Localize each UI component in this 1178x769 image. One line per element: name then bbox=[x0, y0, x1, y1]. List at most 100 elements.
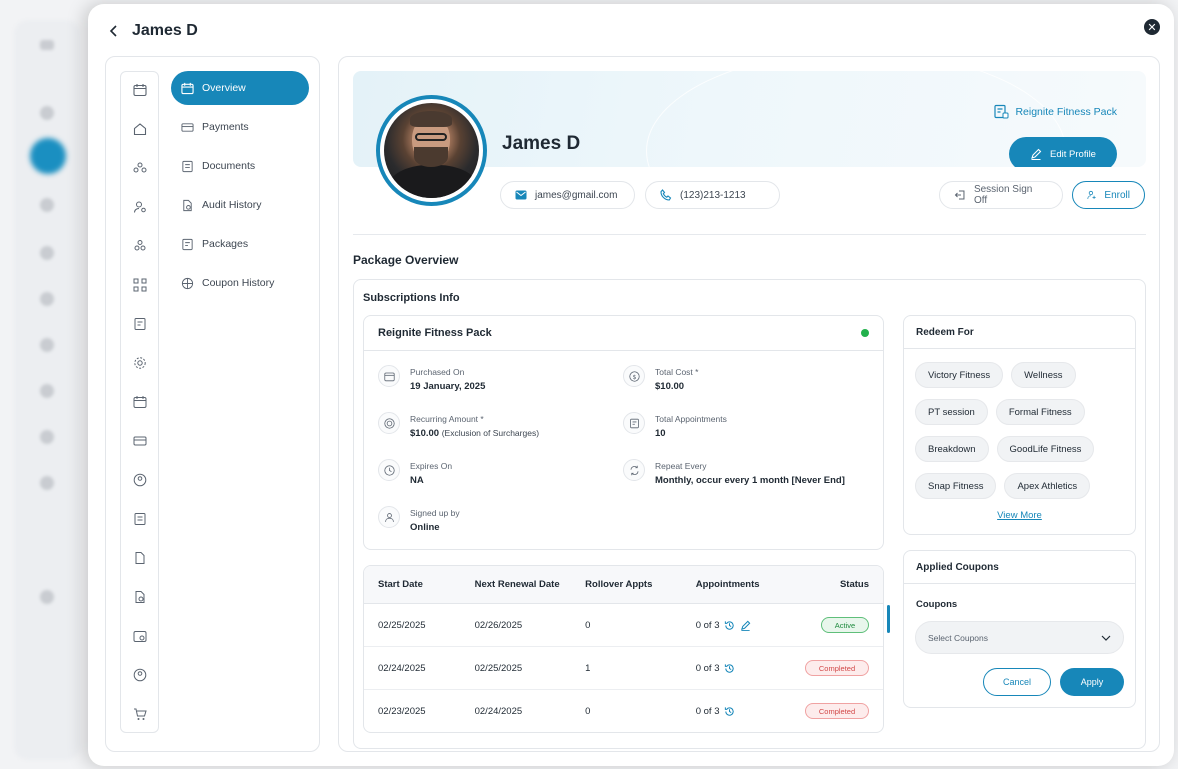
renewal-date-cell: 02/24/2025 bbox=[474, 705, 523, 717]
nav-item-label: Coupon History bbox=[202, 277, 275, 289]
start-date-cell: 02/24/2025 bbox=[378, 662, 426, 674]
table-row: 02/23/2025 02/24/2025 0 0 of 3 Completed bbox=[364, 690, 883, 732]
file-icon[interactable] bbox=[132, 550, 148, 566]
column-header: Start Date bbox=[378, 579, 423, 590]
redeem-tag[interactable]: Snap Fitness bbox=[915, 473, 997, 499]
email-chip[interactable]: james@gmail.com bbox=[500, 181, 635, 209]
user-search-icon[interactable] bbox=[132, 199, 148, 215]
apply-button[interactable]: Apply bbox=[1060, 668, 1124, 696]
edit-icon[interactable] bbox=[740, 620, 751, 631]
coupons-label: Coupons bbox=[916, 599, 958, 610]
group-icon[interactable] bbox=[132, 160, 148, 176]
redeem-tag[interactable]: Victory Fitness bbox=[915, 362, 1004, 388]
recurring-amount-label: Recurring Amount * bbox=[410, 414, 484, 424]
account-icon[interactable] bbox=[132, 667, 148, 683]
package-link[interactable]: Reignite Fitness Pack bbox=[993, 104, 1117, 120]
renewal-date-cell: 02/25/2025 bbox=[474, 662, 523, 674]
document-icon bbox=[182, 160, 193, 172]
rollover-cell: 0 bbox=[585, 705, 591, 717]
package-overview-title: Package Overview bbox=[353, 253, 459, 267]
coupon-select[interactable]: Select Coupons bbox=[915, 621, 1124, 654]
redeem-tag[interactable]: Formal Fitness bbox=[995, 399, 1085, 425]
appointments-value: 0 of 3 bbox=[695, 662, 720, 674]
note-edit-icon[interactable] bbox=[132, 511, 148, 527]
history-icon[interactable] bbox=[724, 706, 735, 717]
active-status-dot bbox=[861, 329, 869, 337]
profile-nav-panel: Overview Payments Documents Audit Histor… bbox=[105, 56, 320, 752]
org-chart-icon[interactable] bbox=[132, 277, 148, 293]
history-icon[interactable] bbox=[724, 663, 735, 674]
nav-item-packages[interactable]: Packages bbox=[171, 227, 309, 261]
schedule-icon[interactable] bbox=[132, 628, 148, 644]
package-details-card: Reignite Fitness Pack Purchased On 19 Jan… bbox=[363, 315, 884, 550]
redeem-tag[interactable]: Wellness bbox=[1011, 362, 1076, 388]
rollover-cell: 1 bbox=[585, 662, 591, 674]
audit-icon bbox=[183, 199, 192, 211]
total-appointments-info: Total Appointments 10 bbox=[623, 412, 727, 439]
phone-icon bbox=[660, 189, 672, 201]
recurring-amount-info: Recurring Amount * $10.00 (Exclusion of S… bbox=[378, 412, 539, 439]
home-icon[interactable] bbox=[132, 121, 148, 137]
applied-coupons-title: Applied Coupons bbox=[904, 551, 1135, 584]
nav-item-payments[interactable]: Payments bbox=[171, 110, 309, 144]
file-clock-icon[interactable] bbox=[132, 589, 148, 605]
purchased-on-info: Purchased On 19 January, 2025 bbox=[378, 365, 485, 392]
phone-chip[interactable]: (123)213-1213 bbox=[645, 181, 780, 209]
calendar-edit-icon[interactable] bbox=[132, 394, 148, 410]
status-badge: Completed bbox=[805, 703, 869, 719]
repeat-icon bbox=[623, 459, 645, 481]
nav-item-audit-history[interactable]: Audit History bbox=[171, 188, 309, 222]
coupon-select-placeholder: Select Coupons bbox=[928, 632, 989, 643]
enroll-button[interactable]: Enroll bbox=[1072, 181, 1145, 209]
table-scrollbar[interactable] bbox=[887, 605, 890, 633]
nav-item-coupon-history[interactable]: Coupon History bbox=[171, 266, 309, 300]
edit-profile-button[interactable]: Edit Profile bbox=[1009, 137, 1117, 167]
nav-item-overview[interactable]: Overview bbox=[171, 71, 309, 105]
history-icon[interactable] bbox=[724, 620, 735, 631]
nav-item-documents[interactable]: Documents bbox=[171, 149, 309, 183]
recurring-amount-note: (Exclusion of Surcharges) bbox=[441, 428, 540, 438]
edit-profile-label: Edit Profile bbox=[1050, 148, 1096, 160]
coupon-icon bbox=[181, 277, 194, 289]
column-header: Appointments bbox=[695, 579, 760, 590]
close-button[interactable]: ✕ bbox=[1144, 19, 1160, 35]
redeem-tag[interactable]: GoodLife Fitness bbox=[996, 436, 1095, 462]
cart-icon[interactable] bbox=[132, 706, 148, 722]
calendar-check-icon bbox=[181, 82, 194, 94]
renewal-date-cell: 02/26/2025 bbox=[474, 619, 523, 631]
modal-header: James D bbox=[106, 16, 198, 46]
cancel-button[interactable]: Cancel bbox=[983, 668, 1051, 696]
appointments-cell: 0 of 3 bbox=[696, 620, 796, 631]
appointments-value: 0 of 3 bbox=[695, 705, 720, 717]
redeem-tag[interactable]: Apex Athletics bbox=[1004, 473, 1091, 499]
total-cost-value: $10.00 bbox=[655, 381, 685, 392]
expires-on-info: Expires On NA bbox=[378, 459, 452, 486]
overview-content: Reignite Fitness Pack Edit Profile James… bbox=[338, 56, 1160, 752]
redeem-tag[interactable]: PT session bbox=[915, 399, 988, 425]
clock-icon bbox=[378, 459, 400, 481]
credit-card-icon[interactable] bbox=[132, 433, 148, 449]
settings-icon[interactable] bbox=[132, 355, 148, 371]
view-more-link[interactable]: View More bbox=[904, 510, 1135, 521]
receipt-icon[interactable] bbox=[132, 316, 148, 332]
nav-item-label: Payments bbox=[202, 121, 249, 133]
edit-icon bbox=[1031, 148, 1042, 160]
session-sign-off-button[interactable]: Session Sign Off bbox=[939, 181, 1063, 209]
calendar-icon[interactable] bbox=[132, 82, 148, 98]
purchased-on-label: Purchased On bbox=[410, 367, 465, 377]
repeat-every-label: Repeat Every bbox=[655, 461, 707, 471]
close-icon: ✕ bbox=[1147, 21, 1157, 34]
users-icon[interactable] bbox=[132, 238, 148, 254]
repeat-every-info: Repeat Every Monthly, occur every 1 month… bbox=[623, 459, 845, 486]
package-name: Reignite Fitness Pack bbox=[378, 327, 492, 339]
total-cost-label: Total Cost * bbox=[655, 367, 699, 377]
profile-circle-icon[interactable] bbox=[132, 472, 148, 488]
user-icon bbox=[378, 506, 400, 528]
column-header: Status bbox=[839, 579, 869, 590]
nav-item-label: Audit History bbox=[202, 199, 262, 211]
redeem-for-title: Redeem For bbox=[904, 316, 1135, 349]
expires-on-value: NA bbox=[410, 475, 424, 486]
back-arrow-icon[interactable] bbox=[106, 23, 122, 39]
redeem-tag[interactable]: Breakdown bbox=[915, 436, 989, 462]
table-row: 02/25/2025 02/26/2025 0 0 of 3 Active bbox=[364, 604, 883, 647]
